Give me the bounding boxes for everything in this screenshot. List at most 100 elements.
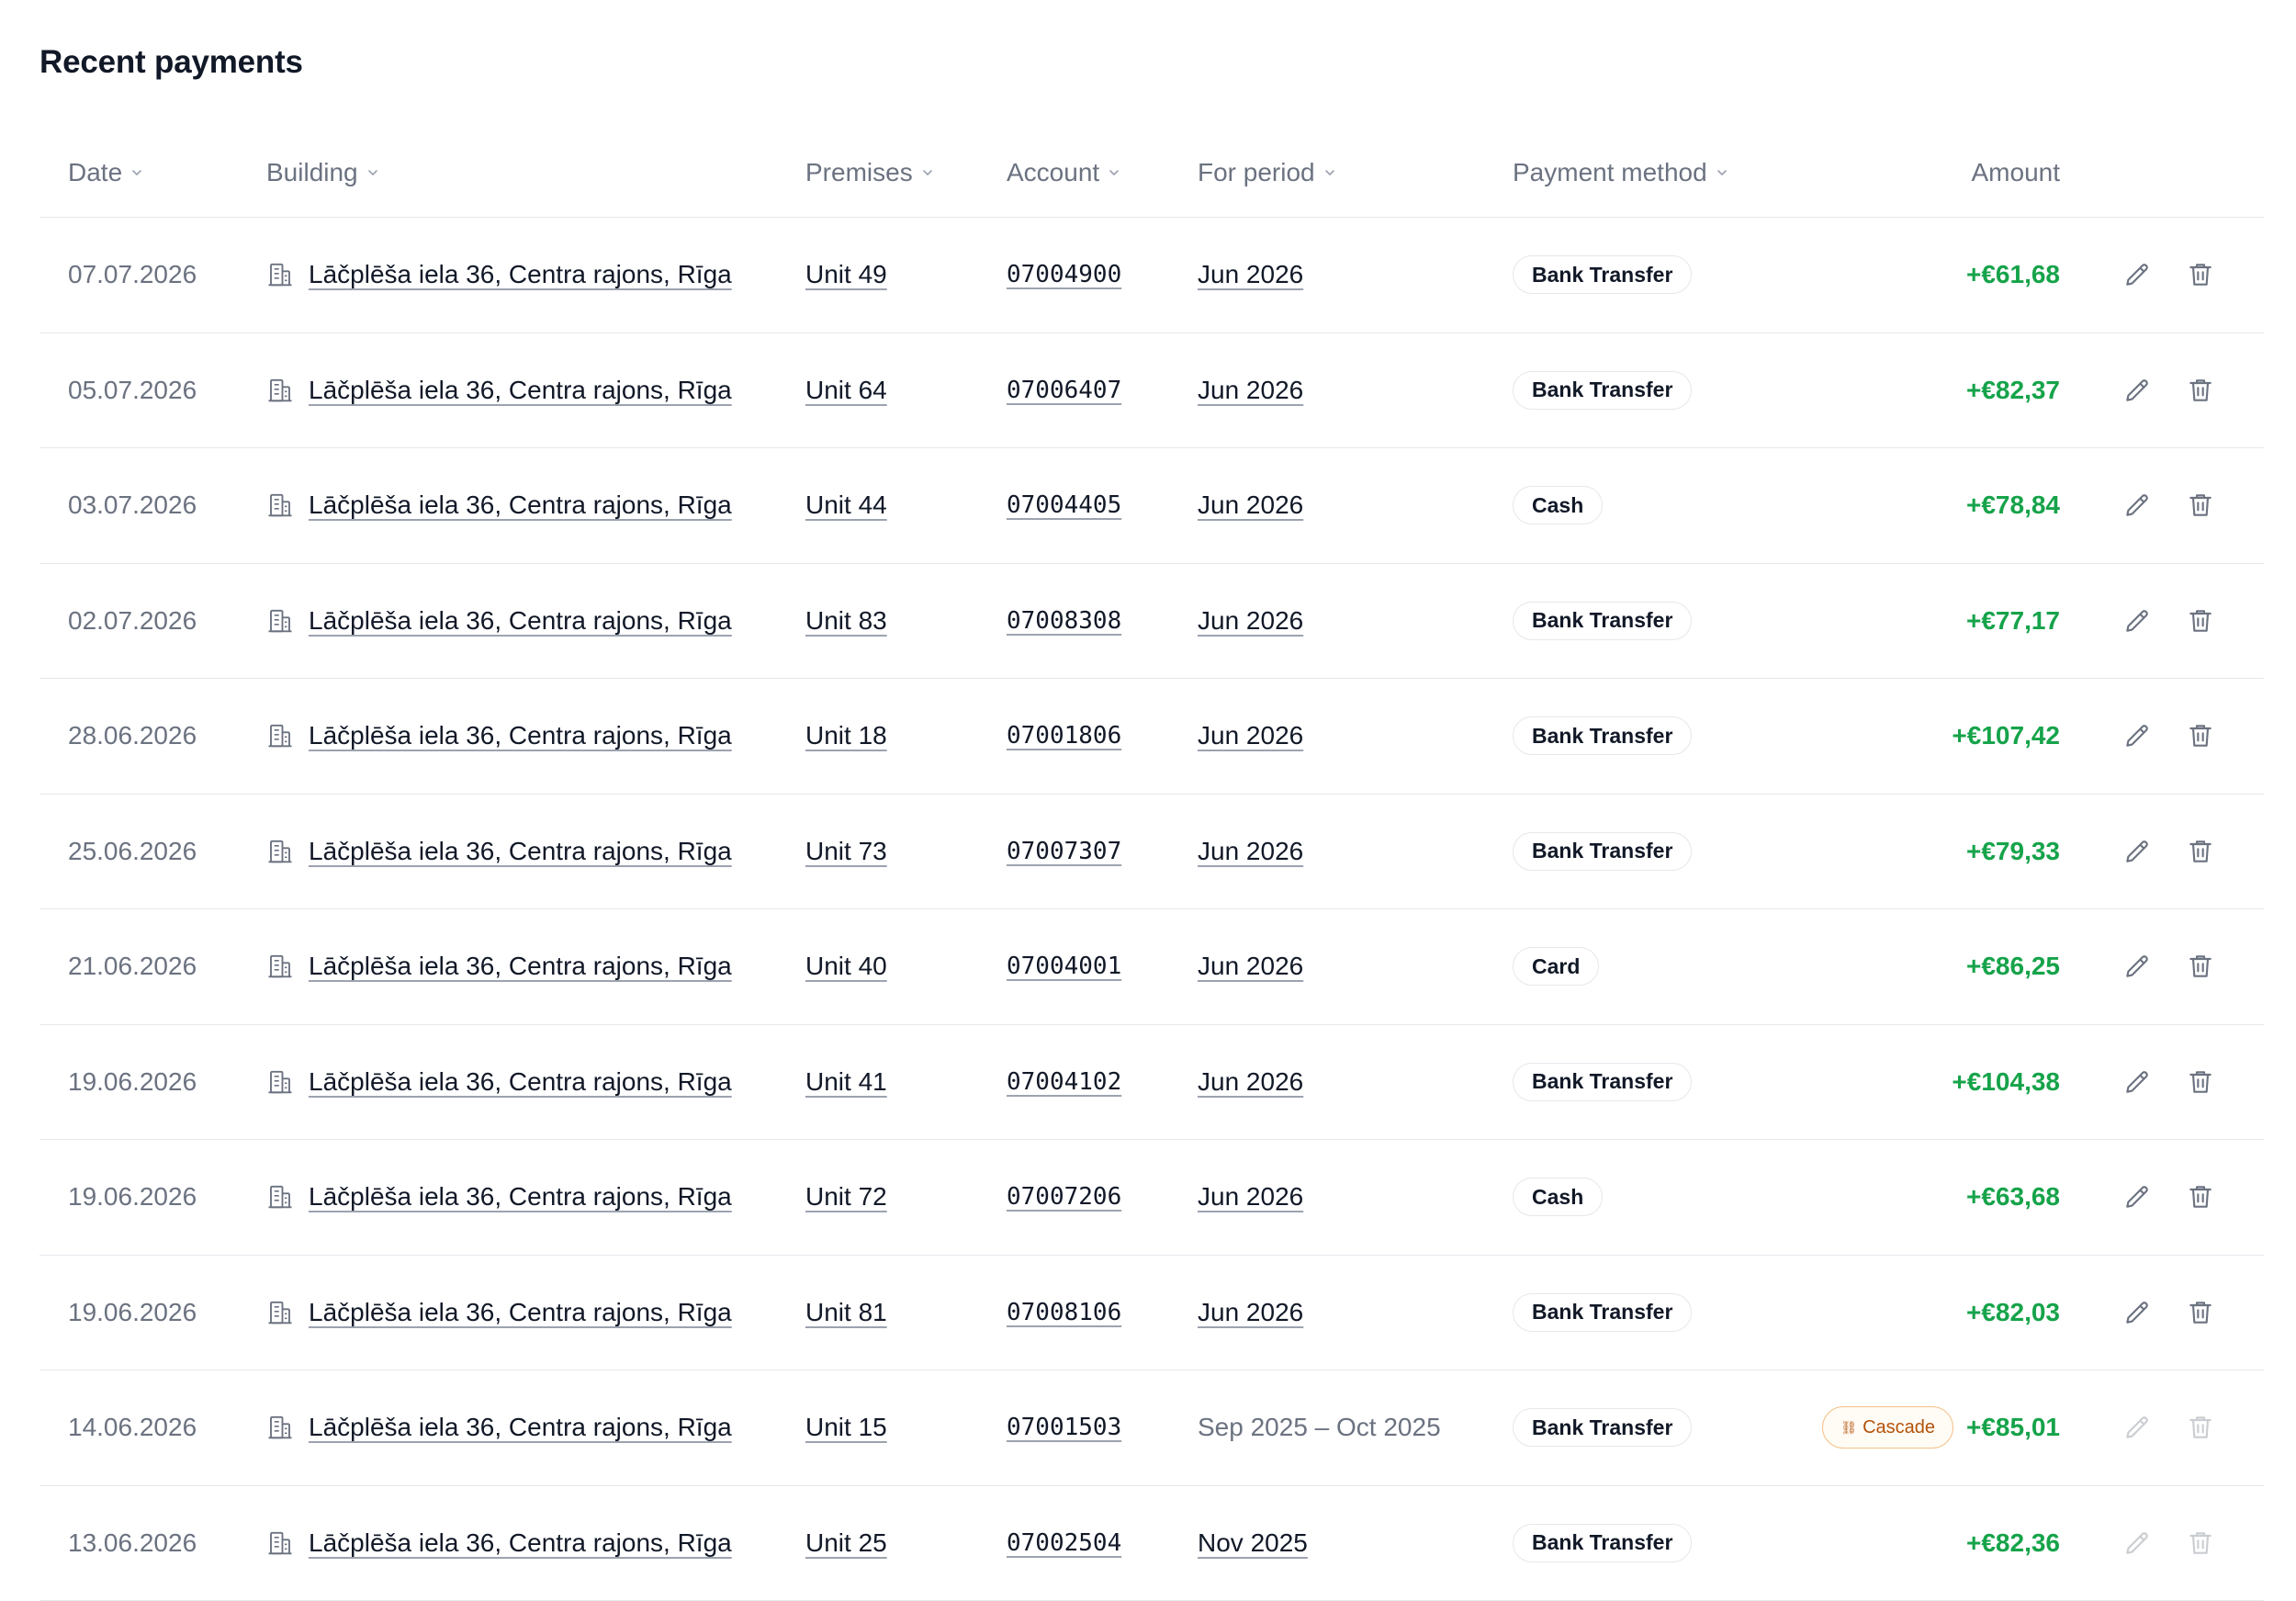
- building-icon: [266, 1529, 294, 1557]
- pencil-icon[interactable]: [2122, 837, 2152, 866]
- building-cell: Lāčplēša iela 36, Centra rajons, Rīga: [266, 679, 732, 794]
- column-header-account[interactable]: Account: [1007, 129, 1120, 217]
- building-link[interactable]: Lāčplēša iela 36, Centra rajons, Rīga: [309, 1413, 732, 1442]
- premises-link[interactable]: Unit 72: [805, 1182, 887, 1212]
- account-link[interactable]: 07004001: [1007, 953, 1121, 980]
- period-cell: Jun 2026: [1198, 564, 1303, 679]
- premises-cell: Unit 49: [805, 218, 887, 333]
- premises-link[interactable]: Unit 25: [805, 1528, 887, 1558]
- period-link[interactable]: Jun 2026: [1198, 490, 1303, 520]
- payment-amount: +€82,36: [1966, 1528, 2060, 1558]
- period-link[interactable]: Jun 2026: [1198, 952, 1303, 981]
- period-link[interactable]: Jun 2026: [1198, 1067, 1303, 1097]
- chevron-down-icon: [922, 167, 933, 178]
- premises-cell: Unit 25: [805, 1486, 887, 1601]
- premises-link[interactable]: Unit 49: [805, 260, 887, 289]
- premises-link[interactable]: Unit 44: [805, 490, 887, 520]
- account-link[interactable]: 07004102: [1007, 1068, 1121, 1096]
- method-cell: Bank Transfer: [1513, 1025, 1692, 1140]
- trash-icon[interactable]: [2186, 490, 2215, 520]
- method-cell: Cash: [1513, 1140, 1603, 1255]
- account-link[interactable]: 07004405: [1007, 491, 1121, 519]
- period-link[interactable]: Nov 2025: [1198, 1528, 1308, 1558]
- edit-cell: [2122, 1256, 2152, 1370]
- column-header-method[interactable]: Payment method: [1513, 129, 1728, 217]
- account-link[interactable]: 07007206: [1007, 1183, 1121, 1211]
- period-link[interactable]: Jun 2026: [1198, 606, 1303, 636]
- building-link[interactable]: Lāčplēša iela 36, Centra rajons, Rīga: [309, 490, 732, 520]
- account-cell: 07007206: [1007, 1140, 1121, 1255]
- trash-icon[interactable]: [2186, 606, 2215, 636]
- building-cell: Lāčplēša iela 36, Centra rajons, Rīga: [266, 448, 732, 563]
- pencil-icon[interactable]: [2122, 260, 2152, 289]
- pencil-icon[interactable]: [2122, 1298, 2152, 1327]
- building-link[interactable]: Lāčplēša iela 36, Centra rajons, Rīga: [309, 1182, 732, 1212]
- period-link[interactable]: Jun 2026: [1198, 376, 1303, 405]
- account-link[interactable]: 07001806: [1007, 722, 1121, 750]
- column-header-date[interactable]: Date: [68, 129, 142, 217]
- building-link[interactable]: Lāčplēša iela 36, Centra rajons, Rīga: [309, 952, 732, 981]
- trash-icon[interactable]: [2186, 837, 2215, 866]
- trash-icon[interactable]: [2186, 1528, 2215, 1558]
- pencil-icon[interactable]: [2122, 1182, 2152, 1212]
- method-cell: Bank Transfer: [1513, 1486, 1692, 1601]
- building-link[interactable]: Lāčplēša iela 36, Centra rajons, Rīga: [309, 1067, 732, 1097]
- pencil-icon[interactable]: [2122, 1528, 2152, 1558]
- trash-icon[interactable]: [2186, 1298, 2215, 1327]
- pencil-icon[interactable]: [2122, 606, 2152, 636]
- building-link[interactable]: Lāčplēša iela 36, Centra rajons, Rīga: [309, 1298, 732, 1327]
- premises-link[interactable]: Unit 64: [805, 376, 887, 405]
- premises-cell: Unit 81: [805, 1256, 887, 1370]
- column-header-premises[interactable]: Premises: [805, 129, 933, 217]
- column-header-building[interactable]: Building: [266, 129, 378, 217]
- building-cell: Lāčplēša iela 36, Centra rajons, Rīga: [266, 1486, 732, 1601]
- pencil-icon[interactable]: [2122, 1413, 2152, 1442]
- building-link[interactable]: Lāčplēša iela 36, Centra rajons, Rīga: [309, 606, 732, 636]
- building-link[interactable]: Lāčplēša iela 36, Centra rajons, Rīga: [309, 837, 732, 866]
- account-link[interactable]: 07002504: [1007, 1529, 1121, 1557]
- delete-cell: [2186, 1370, 2215, 1485]
- pencil-icon[interactable]: [2122, 376, 2152, 405]
- account-link[interactable]: 07008106: [1007, 1299, 1121, 1326]
- premises-link[interactable]: Unit 15: [805, 1413, 887, 1442]
- premises-link[interactable]: Unit 41: [805, 1067, 887, 1097]
- trash-icon[interactable]: [2186, 1182, 2215, 1212]
- period-link[interactable]: Jun 2026: [1198, 1182, 1303, 1212]
- premises-link[interactable]: Unit 83: [805, 606, 887, 636]
- account-link[interactable]: 07006407: [1007, 377, 1121, 404]
- building-link[interactable]: Lāčplēša iela 36, Centra rajons, Rīga: [309, 376, 732, 405]
- payment-date: 19.06.2026: [68, 1256, 197, 1370]
- building-link[interactable]: Lāčplēša iela 36, Centra rajons, Rīga: [309, 721, 732, 750]
- premises-link[interactable]: Unit 73: [805, 837, 887, 866]
- edit-cell: [2122, 448, 2152, 563]
- trash-icon[interactable]: [2186, 721, 2215, 750]
- account-link[interactable]: 07001503: [1007, 1414, 1121, 1441]
- pencil-icon[interactable]: [2122, 1067, 2152, 1097]
- premises-cell: Unit 72: [805, 1140, 887, 1255]
- premises-link[interactable]: Unit 81: [805, 1298, 887, 1327]
- premises-link[interactable]: Unit 40: [805, 952, 887, 981]
- pencil-icon[interactable]: [2122, 952, 2152, 981]
- table-row: 19.06.2026 Lāčplēša iela 36, Centra rajo…: [39, 1256, 2264, 1371]
- trash-icon[interactable]: [2186, 376, 2215, 405]
- pencil-icon[interactable]: [2122, 721, 2152, 750]
- period-link[interactable]: Jun 2026: [1198, 837, 1303, 866]
- building-link[interactable]: Lāčplēša iela 36, Centra rajons, Rīga: [309, 260, 732, 289]
- period-link[interactable]: Jun 2026: [1198, 260, 1303, 289]
- account-link[interactable]: 07008308: [1007, 607, 1121, 635]
- trash-icon[interactable]: [2186, 952, 2215, 981]
- trash-icon[interactable]: [2186, 1067, 2215, 1097]
- pencil-icon[interactable]: [2122, 490, 2152, 520]
- account-cell: 07001503: [1007, 1370, 1121, 1485]
- trash-icon[interactable]: [2186, 1413, 2215, 1442]
- period-link[interactable]: Jun 2026: [1198, 1298, 1303, 1327]
- building-link[interactable]: Lāčplēša iela 36, Centra rajons, Rīga: [309, 1528, 732, 1558]
- account-link[interactable]: 07004900: [1007, 261, 1121, 288]
- trash-icon[interactable]: [2186, 260, 2215, 289]
- column-header-period[interactable]: For period: [1198, 129, 1335, 217]
- table-row: 21.06.2026 Lāčplēša iela 36, Centra rajo…: [39, 909, 2264, 1025]
- premises-link[interactable]: Unit 18: [805, 721, 887, 750]
- account-link[interactable]: 07007307: [1007, 838, 1121, 865]
- period-link[interactable]: Jun 2026: [1198, 721, 1303, 750]
- account-cell: 07006407: [1007, 333, 1121, 448]
